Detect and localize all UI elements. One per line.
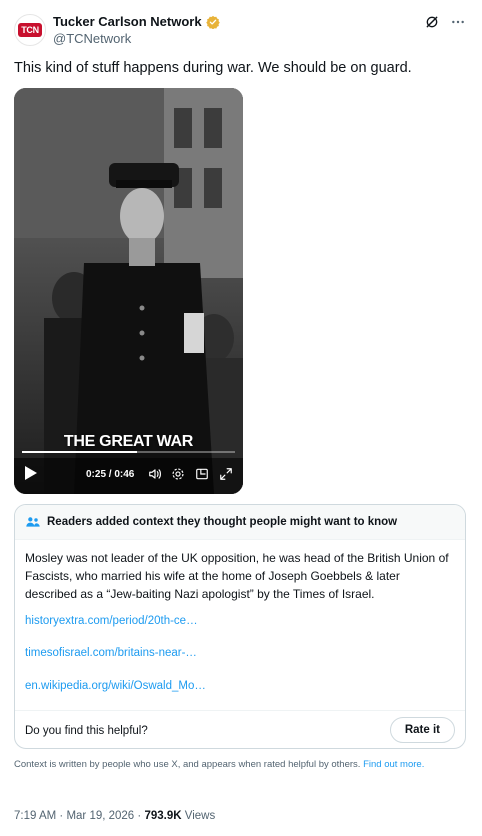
views-count: 793.9K <box>144 810 182 822</box>
video-caption: THE GREAT WAR <box>63 433 194 450</box>
author-handle[interactable]: @TCNetwork <box>53 31 131 46</box>
community-note: Readers added context they thought peopl… <box>14 504 466 749</box>
note-source-link[interactable]: en.wikipedia.org/wiki/Oswald_Mo… <box>25 680 206 692</box>
video-player[interactable]: THE GREAT WAR 0:25 / 0:46 <box>14 88 243 494</box>
note-source-link[interactable]: historyextra.com/period/20th-ce… <box>25 615 198 627</box>
rate-it-button[interactable]: Rate it <box>389 717 455 743</box>
play-icon[interactable] <box>24 465 38 481</box>
community-note-title: Readers added context they thought peopl… <box>47 516 398 528</box>
more-options-icon[interactable] <box>450 14 466 30</box>
meta-separator: · <box>134 810 145 822</box>
fullscreen-icon[interactable] <box>219 467 233 481</box>
settings-icon[interactable] <box>171 467 185 481</box>
tweet-meta: 7:19 AM · Mar 19, 2026 · 793.9K Views <box>14 810 215 822</box>
community-note-header: Readers added context they thought peopl… <box>15 505 465 540</box>
avatar[interactable]: TCN <box>14 14 46 46</box>
author-display-name[interactable]: Tucker Carlson Network <box>53 14 202 29</box>
people-icon <box>26 517 40 527</box>
picture-in-picture-icon[interactable] <box>195 467 209 481</box>
tweet-top-actions <box>424 14 466 30</box>
verified-badge-icon <box>205 15 220 29</box>
context-footer-text: Context is written by people who use X, … <box>14 759 361 770</box>
find-out-more-link[interactable]: Find out more. <box>363 759 424 770</box>
grok-icon[interactable] <box>424 14 440 30</box>
video-progress-fill <box>22 451 138 453</box>
avatar-logo: TCN <box>18 23 42 37</box>
context-footer: Context is written by people who use X, … <box>14 759 464 771</box>
video-timecode: 0:25 / 0:46 <box>86 469 135 480</box>
community-note-body: Mosley was not leader of the UK oppositi… <box>25 551 449 601</box>
views-label: Views <box>184 810 216 822</box>
tweet: TCN Tucker Carlson Network @TCNetwork Th… <box>0 0 482 836</box>
video-progress-bar[interactable] <box>22 451 235 453</box>
video-controls: 0:25 / 0:46 <box>14 465 243 485</box>
helpful-row: Do you find this helpful? Rate it <box>15 710 465 748</box>
author-name-row: Tucker Carlson Network <box>53 14 220 29</box>
meta-separator: · <box>56 810 67 822</box>
tweet-time[interactable]: 7:19 AM <box>14 810 56 822</box>
tweet-date[interactable]: Mar 19, 2026 <box>66 810 134 822</box>
volume-icon[interactable] <box>148 467 162 481</box>
note-source-link[interactable]: timesofisrael.com/britains-near-… <box>25 647 197 659</box>
tweet-text: This kind of stuff happens during war. W… <box>14 60 412 76</box>
helpful-question: Do you find this helpful? <box>25 725 148 737</box>
